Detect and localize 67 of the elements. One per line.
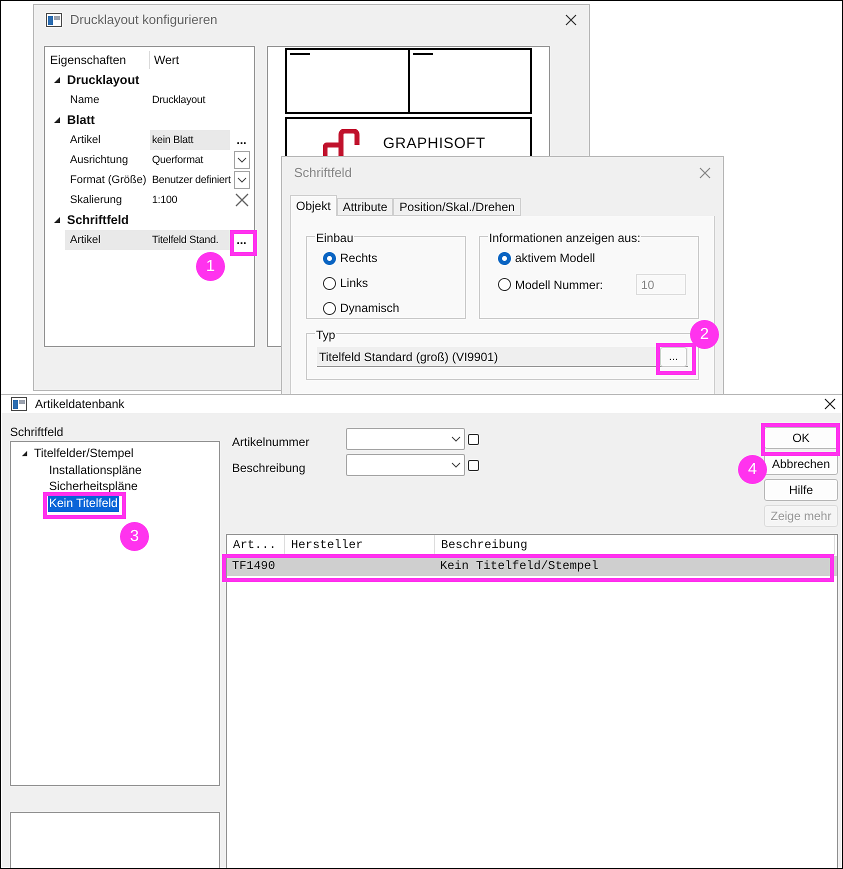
property-value: 1:100 [151, 193, 178, 208]
group-heading: Drucklayout [67, 72, 140, 89]
close-icon[interactable] [565, 14, 577, 26]
radio-label: Rechts [340, 250, 378, 267]
browse-button[interactable]: ... [660, 346, 687, 366]
property-name: Artikel [65, 230, 150, 250]
property-value: Titelfeld Stand. [150, 230, 230, 250]
property-name: Format (Größe) [69, 173, 148, 188]
type-field: Titelfeld Standard (groß) (VI9901) [317, 348, 660, 366]
dialog-button[interactable]: Hilfe [764, 479, 838, 501]
radio-button[interactable] [323, 276, 336, 290]
logo-text: GRAPHISOFT [383, 134, 486, 154]
table-cell-text: TF1490 [231, 558, 276, 575]
radio-label: Links [340, 275, 368, 292]
property-name: Name [69, 93, 100, 108]
column-header: Wert [153, 52, 180, 69]
dropdown-button[interactable] [234, 171, 250, 189]
expand-arrow-icon[interactable] [53, 216, 61, 224]
property-value: Benutzer definiert [151, 173, 230, 188]
property-value: kein Blatt [150, 130, 230, 150]
expand-arrow-icon[interactable] [53, 116, 61, 124]
radio-button[interactable] [323, 302, 336, 314]
tree-item[interactable]: Titelfelder/Stempel [33, 444, 135, 462]
checkbox[interactable] [468, 434, 479, 444]
chevron-down-icon [236, 157, 246, 163]
radio-label: aktivem Modell [515, 250, 596, 267]
highlight-frame [230, 230, 257, 256]
property-value: Drucklayout [151, 93, 206, 108]
column-header: Eigenschaften [45, 51, 150, 69]
ellipsis-button[interactable]: ... [234, 235, 248, 245]
tab[interactable]: Attribute [336, 198, 394, 216]
group-heading: Schriftfeld [67, 212, 129, 229]
tree-item[interactable]: Installationspläne [48, 460, 143, 479]
cross-icon[interactable] [234, 193, 248, 207]
property-name: Artikel [69, 133, 102, 148]
panel-label: Schriftfeld [10, 424, 64, 441]
property-name: Ausrichtung [69, 153, 130, 168]
radio-button[interactable] [323, 252, 336, 264]
property-value: Querformat [151, 153, 204, 168]
radio-button[interactable] [498, 278, 511, 291]
close-icon[interactable] [824, 398, 836, 410]
ellipsis-button[interactable]: ... [236, 135, 246, 145]
dropdown-button[interactable] [234, 151, 250, 169]
highlight-frame [656, 343, 696, 375]
dialog-button[interactable]: OK [764, 427, 838, 449]
window-title: Artikeldatenbank [35, 396, 126, 413]
column-header[interactable]: Hersteller [285, 535, 435, 555]
radio-button[interactable] [498, 252, 511, 264]
tab[interactable]: Position/Skal./Drehen [393, 198, 521, 216]
window-title: Drucklayout konfigurieren [70, 11, 218, 30]
expand-arrow-icon[interactable] [53, 76, 61, 84]
chevron-down-icon [236, 177, 246, 183]
property-name: Skalierung [69, 193, 123, 208]
checkbox[interactable] [468, 460, 479, 470]
window-title: Schriftfeld [294, 164, 353, 182]
filter-label: Beschreibung [232, 460, 306, 477]
column-header[interactable]: Beschreibung [435, 535, 835, 555]
tree-item[interactable]: Sicherheitspläne [48, 477, 139, 496]
filter-label: Artikelnummer [232, 434, 310, 451]
app-icon [46, 13, 62, 27]
tab[interactable]: Objekt [290, 195, 337, 216]
radio-label: Modell Nummer: [515, 276, 604, 294]
expand-arrow-icon[interactable] [21, 450, 28, 457]
radio-label: Dynamisch [340, 300, 400, 317]
group-heading: Blatt [67, 112, 95, 129]
table-cell-text: Kein Titelfeld/Stempel [439, 558, 600, 575]
column-header[interactable]: Art... [227, 535, 285, 555]
